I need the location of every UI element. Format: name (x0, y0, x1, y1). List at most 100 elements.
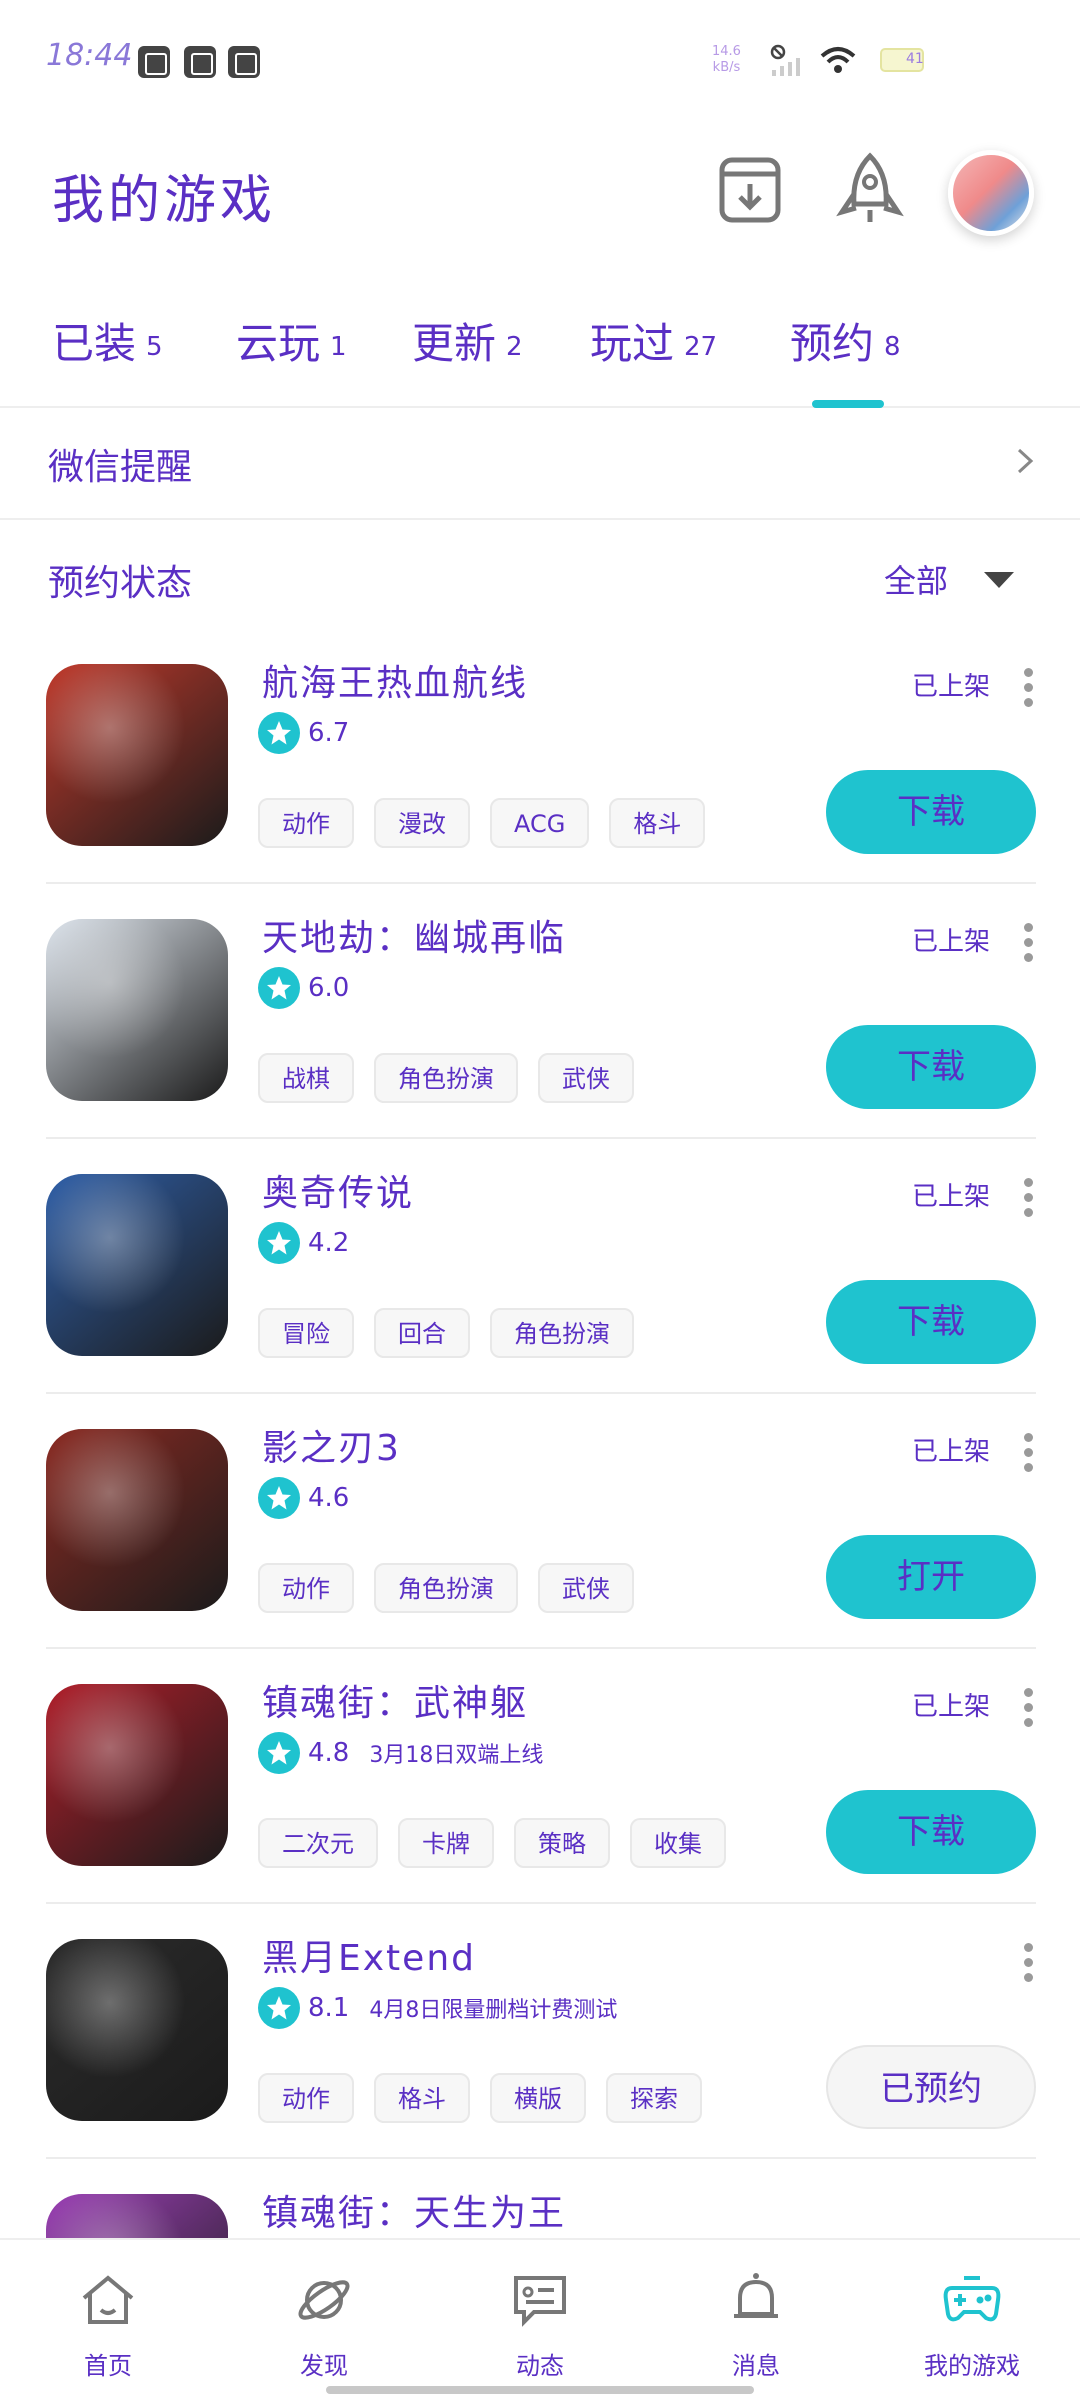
net-speed: 14.6 kB/s (712, 44, 741, 76)
tag[interactable]: 格斗 (374, 2073, 470, 2123)
avatar[interactable] (948, 150, 1034, 236)
tag[interactable]: 角色扮演 (490, 1308, 634, 1358)
tag[interactable]: 漫改 (374, 798, 470, 848)
game-name[interactable]: 影之刃3 (262, 1419, 401, 1471)
reservation-filter-row: 预约状态 全部 (0, 522, 1080, 632)
nav-discover[interactable]: 发现 (216, 2240, 432, 2400)
game-icon[interactable] (46, 1174, 228, 1356)
game-icon[interactable] (46, 919, 228, 1101)
tag[interactable]: 收集 (630, 1818, 726, 1868)
game-list-item[interactable]: 航海王热血航线 6.7 动作 漫改 ACG 格斗 已上架 下载 (0, 640, 1080, 895)
tab-count: 27 (684, 331, 718, 362)
bell-icon (734, 2273, 778, 2318)
nav-home[interactable]: 首页 (0, 2240, 216, 2400)
tag-list: 动作 角色扮演 武侠 (258, 1563, 654, 1613)
sim-icon (228, 46, 260, 78)
game-icon[interactable] (46, 1684, 228, 1866)
tag[interactable]: 回合 (374, 1308, 470, 1358)
tab-updates[interactable]: 更新 2 (412, 310, 523, 371)
tag[interactable]: 横版 (490, 2073, 586, 2123)
tab-reserved[interactable]: 预约 8 (790, 310, 901, 371)
wechat-reminder-row[interactable]: 微信提醒 (0, 410, 1080, 520)
rating-value: 6.7 (308, 718, 350, 748)
action-button[interactable]: 下载 (826, 1025, 1036, 1109)
planet-icon (298, 2280, 350, 2320)
tag[interactable]: 二次元 (258, 1818, 378, 1868)
tag[interactable]: 武侠 (538, 1053, 634, 1103)
game-list-item[interactable]: 黑月Extend 8.1 4月8日限量删档计费测试 动作 格斗 横版 探索 已预约 (0, 1915, 1080, 2170)
tab-bar: 已装 5 云玩 1 更新 2 玩过 27 预约 8 (0, 300, 1080, 408)
nav-my-games[interactable]: 我的游戏 (864, 2240, 1080, 2400)
tag[interactable]: 冒险 (258, 1308, 354, 1358)
game-list-item[interactable]: 奥奇传说 4.2 冒险 回合 角色扮演 已上架 下载 (0, 1150, 1080, 1405)
tab-label: 更新 (412, 319, 497, 368)
caret-down-icon[interactable] (984, 572, 1014, 588)
tab-installed[interactable]: 已装 5 (52, 310, 163, 371)
more-options-icon[interactable] (1024, 1943, 1036, 1983)
more-options-icon[interactable] (1024, 1688, 1036, 1728)
status-bar: 18:44 14.6 kB/s 41 (0, 0, 1080, 120)
tag[interactable]: 探索 (606, 2073, 702, 2123)
game-icon[interactable] (46, 1429, 228, 1611)
game-list-item[interactable]: 镇魂街：武神躯 4.8 3月18日双端上线 二次元 卡牌 策略 收集 已上架 下载 (0, 1660, 1080, 1915)
tag[interactable]: 策略 (514, 1818, 610, 1868)
net-speed-value: 14.6 (712, 44, 741, 59)
star-icon (258, 967, 300, 1009)
more-options-icon[interactable] (1024, 668, 1036, 708)
release-note: 3月18日双端上线 (369, 1743, 544, 1768)
battery-level: 41 (906, 51, 924, 67)
tag[interactable]: ACG (490, 798, 590, 848)
chevron-right-icon (1017, 448, 1034, 474)
tag[interactable]: 卡牌 (398, 1818, 494, 1868)
action-button[interactable]: 下载 (826, 1790, 1036, 1874)
more-options-icon[interactable] (1024, 1433, 1036, 1473)
tag[interactable]: 格斗 (609, 798, 706, 848)
divider (46, 1902, 1036, 1904)
tab-label: 已装 (52, 319, 137, 368)
tag[interactable]: 武侠 (538, 1563, 634, 1613)
reserved-button[interactable]: 已预约 (826, 2045, 1036, 2129)
nav-feed[interactable]: 动态 (432, 2240, 648, 2400)
action-button[interactable]: 下载 (826, 770, 1036, 854)
divider (46, 1137, 1036, 1139)
shelf-status: 已上架 (912, 927, 991, 957)
game-name[interactable]: 镇魂街：天生为王 (262, 2184, 566, 2236)
tab-cloud-play[interactable]: 云玩 1 (236, 310, 347, 371)
release-note: 4月8日限量删档计费测试 (369, 1998, 618, 2023)
rocket-icon[interactable] (830, 150, 910, 230)
nav-messages[interactable]: 消息 (648, 2240, 864, 2400)
game-list-item[interactable]: 天地劫：幽城再临 6.0 战棋 角色扮演 武侠 已上架下载 (0, 895, 1080, 1150)
tag[interactable]: 角色扮演 (374, 1053, 518, 1103)
tag[interactable]: 战棋 (258, 1053, 354, 1103)
game-list-item[interactable]: 影之刃3 4.6 动作 角色扮演 武侠 已上架 打开 (0, 1405, 1080, 1660)
notification-icon (138, 46, 170, 78)
game-icon[interactable] (46, 1939, 228, 2121)
tab-label: 云玩 (236, 319, 321, 368)
nav-label: 发现 (300, 2352, 348, 2380)
wechat-reminder-label: 微信提醒 (48, 447, 193, 488)
tag[interactable]: 动作 (258, 2073, 354, 2123)
game-name[interactable]: 奥奇传说 (262, 1164, 414, 1216)
download-manager-icon[interactable] (710, 150, 790, 230)
filter-dropdown[interactable]: 全部 (884, 556, 948, 602)
more-options-icon[interactable] (1024, 923, 1036, 963)
action-button[interactable]: 下载 (826, 1280, 1036, 1364)
tag[interactable]: 动作 (258, 798, 354, 848)
signal-icon (770, 44, 800, 76)
game-icon[interactable] (46, 664, 228, 846)
rating-value: 6.0 (308, 973, 350, 1003)
game-name[interactable]: 镇魂街：武神躯 (262, 1674, 528, 1726)
game-name[interactable]: 航海王热血航线 (262, 654, 528, 706)
tag-list: 二次元 卡牌 策略 收集 (258, 1818, 746, 1868)
tag[interactable]: 动作 (258, 1563, 354, 1613)
tab-label: 玩过 (590, 319, 675, 368)
tab-played[interactable]: 玩过 27 (590, 310, 717, 371)
action-button[interactable]: 打开 (826, 1535, 1036, 1619)
shelf-status: 已上架 (912, 1692, 991, 1722)
tag[interactable]: 角色扮演 (374, 1563, 518, 1613)
game-name[interactable]: 天地劫：幽城再临 (262, 909, 566, 961)
nav-label: 首页 (84, 2352, 132, 2380)
game-name[interactable]: 黑月Extend (262, 1929, 476, 1981)
rating-row: 4.2 (258, 1222, 349, 1266)
more-options-icon[interactable] (1024, 1178, 1036, 1218)
